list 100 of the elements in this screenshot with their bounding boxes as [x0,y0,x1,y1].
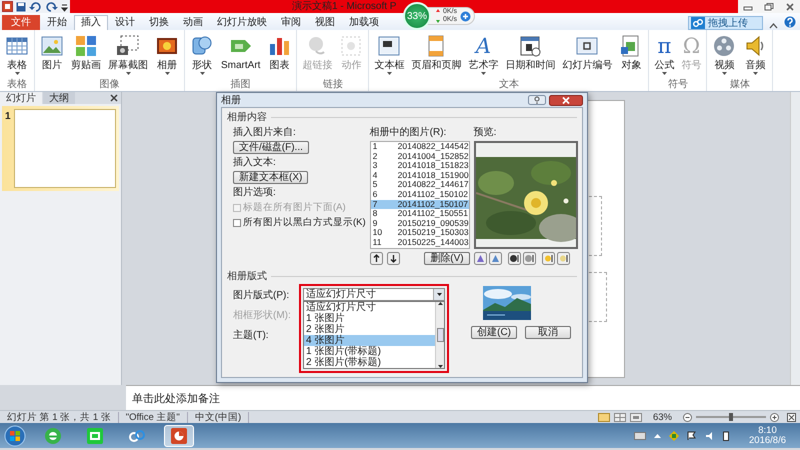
close-icon[interactable] [784,2,795,10]
keyboard-icon[interactable] [634,432,646,440]
list-item[interactable]: 8 20141102_150551 [370,209,469,219]
cancel-button[interactable]: 取消 [525,326,571,339]
list-item[interactable]: 4 20141018_151900 [370,170,469,180]
ribbon-button[interactable]: 日期和时间 [502,32,558,79]
upload-button[interactable]: 拖拽上传 [688,16,763,30]
group-label: 表格 [6,79,28,91]
ribbon-button[interactable]: 相册 [152,32,182,79]
collapse-ribbon-icon[interactable] [769,22,778,30]
create-button[interactable]: 创建(C) [471,326,517,339]
rotate-left-icon[interactable] [474,252,487,265]
ribbon-tab[interactable]: 设计 [108,15,142,30]
ribbon-button[interactable]: 幻灯片编号 [559,32,616,79]
brightness-up-icon[interactable] [542,252,555,265]
list-item[interactable]: 9 20150219_090539 [370,218,469,228]
ribbon-button[interactable]: 屏幕截图 [105,32,151,79]
panel-tab[interactable]: 幻灯片 [0,92,42,104]
dropdown-option[interactable]: 1 张图片(带标题) [304,346,435,357]
ribbon-button[interactable]: 文本框 [371,32,408,79]
contrast-down-icon[interactable] [522,252,536,265]
close-icon[interactable] [549,94,583,106]
ribbon-button[interactable]: 视频 [709,32,740,79]
panel-tab[interactable]: 大纲 [43,92,75,104]
delete-button[interactable]: 删除(V) [424,252,470,265]
list-item[interactable]: 6 20141102_150102 [370,190,469,200]
ribbon-tab[interactable]: 加载项 [342,15,386,30]
brightness-down-icon[interactable] [556,252,570,265]
dropdown-option[interactable]: 2 张图片 [304,324,435,335]
text-box-icon [377,34,402,58]
taskbar-button[interactable] [164,424,194,446]
checkbox[interactable] [233,219,241,228]
list-item[interactable]: 10 20150219_150303 [370,228,469,238]
help-icon[interactable] [528,95,546,105]
start-icon[interactable] [4,424,26,446]
list-item[interactable]: 3 20141018_151823 [370,161,469,171]
redo-icon[interactable] [46,2,58,12]
close-icon[interactable] [110,94,118,102]
ribbon-button[interactable]: 表格 [2,32,32,79]
ribbon-button[interactable]: 对象 [616,32,646,79]
contrast-up-icon[interactable] [508,252,521,265]
list-item[interactable]: 11 20150225_144003 [370,238,469,248]
ribbon-tab[interactable]: 幻灯片放映 [210,15,274,30]
slider-thumb[interactable] [729,413,733,421]
ribbon-tab[interactable]: 插入 [74,15,108,30]
add-icon[interactable] [460,10,472,22]
dropdown-option[interactable]: 2 张图片(带标题) [304,357,435,368]
tray-arrow-icon[interactable] [654,433,662,438]
save-icon[interactable] [16,2,26,12]
scrollbar[interactable] [435,302,444,368]
ribbon-button[interactable]: 剪贴画 [68,32,104,79]
ribbon-button[interactable]: 音频 [740,32,770,79]
flag-icon[interactable] [687,430,698,440]
help-icon[interactable] [784,16,796,28]
undo-icon[interactable] [29,2,43,12]
ribbon-tab[interactable]: 视图 [308,15,342,30]
ribbon-tab[interactable]: 动画 [176,15,210,30]
action-icon [339,34,364,58]
ribbon-button[interactable]: SmartArt [218,32,264,79]
layout-dropdown[interactable]: 适应幻灯片尺寸 [303,288,445,301]
zoom-out-icon[interactable] [683,412,692,422]
pi-icon: π [658,34,672,58]
file-tab[interactable]: 文件 [2,15,40,30]
ribbon-tab[interactable]: 切换 [142,15,176,30]
ribbon-button[interactable]: π 公式 [651,32,678,79]
ribbon-button[interactable]: 图片 [37,32,67,79]
fit-window-icon[interactable] [787,412,796,422]
sorter-view-icon[interactable] [614,412,626,422]
dropdown-option[interactable]: 适应幻灯片尺寸 [304,302,435,313]
ribbon-button[interactable]: 形状 [187,32,217,79]
dropdown-option[interactable]: 1 张图片 [304,313,435,324]
list-item[interactable]: 5 20140822_144617 [370,180,469,190]
clock-time[interactable]: 8:10 [749,426,786,436]
file-button[interactable]: 文件/磁盘(F)... [233,141,309,154]
ribbon-button[interactable]: 图表 [264,32,294,79]
slide-thumbnail[interactable] [14,109,116,188]
ribbon-tab[interactable]: 审阅 [274,15,308,30]
battery-icon[interactable] [723,430,730,440]
rotate-right-icon[interactable] [488,252,502,265]
notes-field[interactable]: 单击此处添加备注 [126,385,800,410]
move-down-icon[interactable] [386,252,400,265]
restore-icon[interactable] [764,2,774,10]
scroll-thumb-icon[interactable] [436,328,444,342]
list-item[interactable]: 2 20141004_152852 [370,152,469,162]
list-item[interactable]: 7 20141102_150107 [370,200,469,210]
screenshot-icon [116,34,140,58]
ribbon-button[interactable]: 页眉和页脚 [408,32,464,79]
picture-list[interactable]: 1 20140822_144542 2 20141004_152852 3 20141018_151823 4 20141018_151900 5 20140822_144617 6 20141102_150102 7 20141102_150107 8 20141102_150551 9 20150219_090539 10 20150219_150303 11 20150225_144003 [370,141,470,249]
new-text-box-button[interactable]: 新建文本框(X) [233,171,308,184]
list-item[interactable]: 1 20140822_144542 [370,142,469,152]
customize-icon[interactable] [61,2,68,12]
move-up-icon[interactable] [370,252,383,265]
calendar-icon [518,34,542,58]
vertical-scrollbar[interactable] [790,92,800,385]
dropdown-option[interactable]: 4 张图片 [304,335,435,346]
zoom-in-icon[interactable] [770,412,779,422]
reading-view-icon[interactable] [630,412,642,422]
ribbon-button[interactable]: A 艺术字 [465,32,502,79]
scroll-down-icon[interactable] [438,365,442,368]
ribbon-tab[interactable]: 开始 [40,15,74,30]
